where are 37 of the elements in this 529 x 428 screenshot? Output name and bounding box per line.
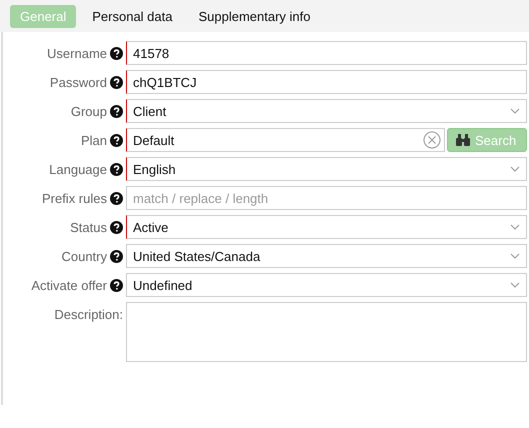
- help-icon[interactable]: [110, 134, 123, 146]
- field-label: Language: [49, 162, 107, 176]
- help-icon[interactable]: [110, 220, 123, 234]
- help-icon[interactable]: [110, 250, 123, 262]
- field-label: Activate offer: [31, 278, 107, 292]
- help-icon[interactable]: [110, 104, 123, 118]
- field-label: Country: [61, 248, 107, 264]
- dropdown-field[interactable]: English: [126, 157, 527, 181]
- clear-icon[interactable]: [423, 131, 441, 149]
- field-label: Password: [50, 74, 107, 90]
- chevron-down-icon[interactable]: [510, 108, 520, 114]
- chevron-down-icon[interactable]: [510, 166, 520, 172]
- dropdown-field[interactable]: Client: [126, 99, 527, 123]
- help-icon[interactable]: [110, 76, 123, 88]
- field-label: Status: [70, 220, 107, 234]
- field-label: Prefix rules: [42, 190, 107, 206]
- tab[interactable]: Supplementary info: [188, 5, 320, 28]
- help-icon[interactable]: [110, 192, 123, 204]
- chevron-down-icon[interactable]: [510, 253, 520, 259]
- dropdown-field[interactable]: United States/Canada: [126, 244, 527, 268]
- help-icon[interactable]: [110, 162, 123, 176]
- help-icon[interactable]: [110, 278, 123, 292]
- binoculars-icon: [456, 134, 470, 146]
- chevron-down-icon[interactable]: [510, 282, 520, 288]
- field-label: Group: [70, 104, 107, 118]
- field-label: Plan: [80, 132, 107, 148]
- tab[interactable]: Personal data: [82, 5, 182, 28]
- dropdown-field[interactable]: Undefined: [126, 273, 527, 297]
- field-label: Username: [47, 46, 107, 60]
- field-label: Description:: [54, 306, 123, 322]
- chevron-down-icon[interactable]: [510, 224, 520, 230]
- text-field[interactable]: chQ1BTCJ: [126, 70, 527, 94]
- help-icon[interactable]: [110, 46, 123, 60]
- dropdown-field[interactable]: Active: [126, 215, 527, 239]
- plan-field[interactable]: Default: [126, 128, 445, 152]
- text-field[interactable]: 41578: [126, 41, 527, 65]
- description-field[interactable]: [126, 302, 527, 362]
